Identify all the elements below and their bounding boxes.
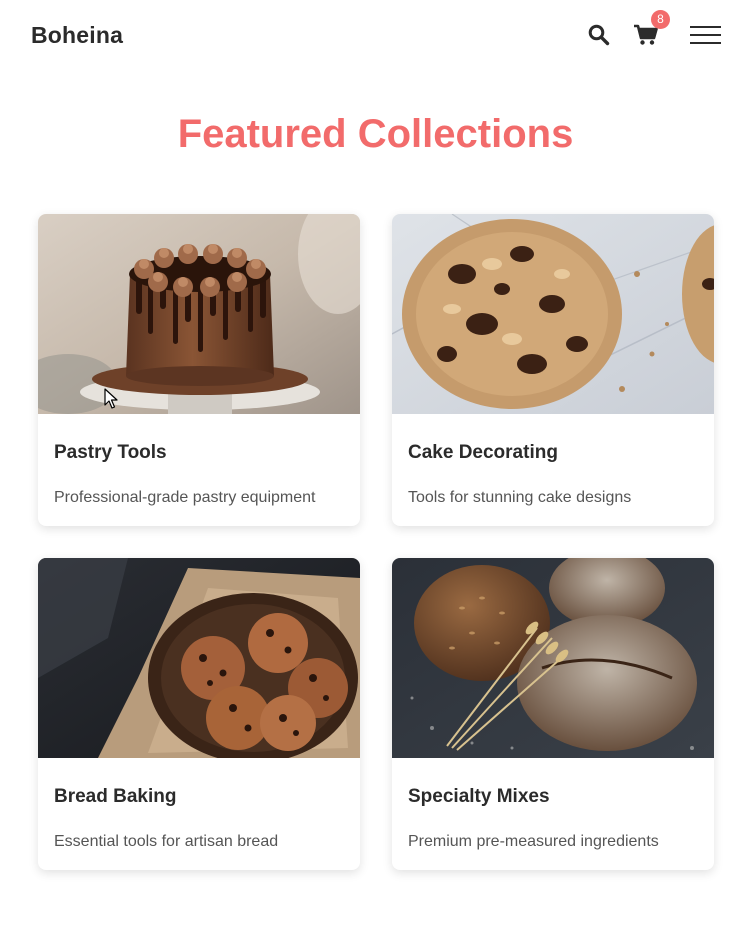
site-logo[interactable]: Boheina <box>31 22 123 49</box>
search-icon <box>588 24 610 46</box>
collection-card-cake-decorating[interactable]: Cake Decorating Tools for stunning cake … <box>392 214 714 526</box>
collection-description: Tools for stunning cake designs <box>408 489 632 506</box>
collection-title: Bread Baking <box>54 786 177 807</box>
collection-description: Essential tools for artisan bread <box>54 833 279 850</box>
cookie-basket-image <box>38 558 360 758</box>
collection-description: Professional-grade pastry equipment <box>54 489 316 506</box>
collection-card-specialty-mixes[interactable]: Specialty Mixes Premium pre-measured ing… <box>392 558 714 870</box>
search-button[interactable] <box>587 23 611 47</box>
site-header: Boheina 8 <box>0 0 751 70</box>
collection-title: Specialty Mixes <box>408 786 550 807</box>
bread-loaves-image <box>392 558 714 758</box>
cart-count-badge: 8 <box>651 10 670 29</box>
collection-title: Cake Decorating <box>408 442 558 463</box>
collection-card-pastry-tools[interactable]: Pastry Tools Professional-grade pastry e… <box>38 214 360 526</box>
collection-description: Premium pre-measured ingredients <box>408 833 659 850</box>
hamburger-menu-icon <box>690 26 721 28</box>
chocolate-cake-image <box>38 214 360 414</box>
mouse-cursor-icon <box>104 388 118 409</box>
hamburger-menu-button[interactable] <box>690 26 721 46</box>
collection-title: Pastry Tools <box>54 442 167 463</box>
collection-card-bread-baking[interactable]: Bread Baking Essential tools for artisan… <box>38 558 360 870</box>
cookies-image <box>392 214 714 414</box>
page-title: Featured Collections <box>177 112 574 156</box>
